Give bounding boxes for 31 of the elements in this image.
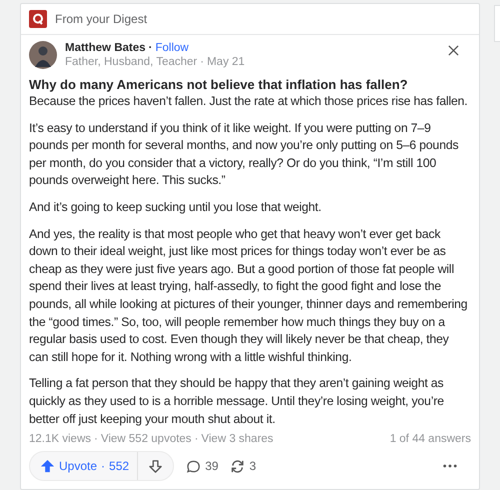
close-icon[interactable] xyxy=(448,45,459,56)
upvotes-link[interactable]: View 552 upvotes xyxy=(100,433,192,446)
comments-button[interactable]: 39 xyxy=(186,458,218,474)
more-icon[interactable] xyxy=(443,464,457,468)
answer-paragraph: And it’s going to keep sucking until you lose that weight. xyxy=(29,198,322,216)
separator-dot: · xyxy=(194,433,198,446)
answer-paragraph: Because the prices haven’t fallen. Just the rate at which those prices rise has fallen. xyxy=(29,93,469,110)
shares-link[interactable]: View 3 shares xyxy=(201,433,274,446)
upvote-arrow-icon xyxy=(40,458,55,474)
author-credentials: Father, Husband, Teacher xyxy=(65,56,198,68)
share-arrows-icon xyxy=(230,458,246,474)
logo-icon xyxy=(29,10,47,28)
downvote-arrow-icon xyxy=(148,458,164,474)
avatar xyxy=(29,41,57,69)
side-card xyxy=(494,5,500,42)
separator-dot: · xyxy=(94,433,98,446)
answer-paragraph: And yes, the reality is that most people who get that heavy won’t ever get back down to their ideal weight, just like most prices for things today won’t ever be as cheap as they were just five years ago. But a good portion of those fat people will spend their lives at least trying, half-assedly, to fight the good fight and lose the pounds, all while looking at pictures of their younger, thinner days and remembering the “good times.” So, too, will people remember how much things they buy on a regular basis used to cost. Even though they will likely never be that cheap, they can still hope for it. Nothing wrong with a little wishful thinking. xyxy=(29,226,468,366)
comment-icon xyxy=(186,458,202,474)
answer-position: 1 of 44 answers xyxy=(390,433,471,446)
separator-dot: · xyxy=(200,56,204,68)
post-date: May 21 xyxy=(206,56,245,68)
author-name[interactable]: Matthew Bates xyxy=(65,42,146,54)
share-button[interactable]: 3 xyxy=(230,458,256,474)
answer-paragraph: Telling a fat person that they should be happy that they aren’t gaining weight as quickly as they used to is a horrible message. Until they’re losing weight, you’re better off just keeping your mouth shut about it. xyxy=(29,375,445,428)
question-title[interactable]: Why do many Americans not believe that inflation has fallen? xyxy=(29,77,471,92)
separator-dot: · xyxy=(148,42,152,54)
follow-link[interactable]: Follow xyxy=(155,42,189,54)
upvote-button[interactable]: Upvote · 552 xyxy=(30,452,138,480)
answer-paragraph: It’s easy to understand if you think of it like weight. If you were putting on 7–9 pounds per month for several months, and now you’re only putting on 5–6 pounds per month, do you consider that a victory, really? Or do you think, “I’m still 100 pounds overweight here. This sucks.” xyxy=(29,120,460,190)
views-count: 12.1K views xyxy=(29,433,92,446)
digest-label: From your Digest xyxy=(55,12,148,26)
